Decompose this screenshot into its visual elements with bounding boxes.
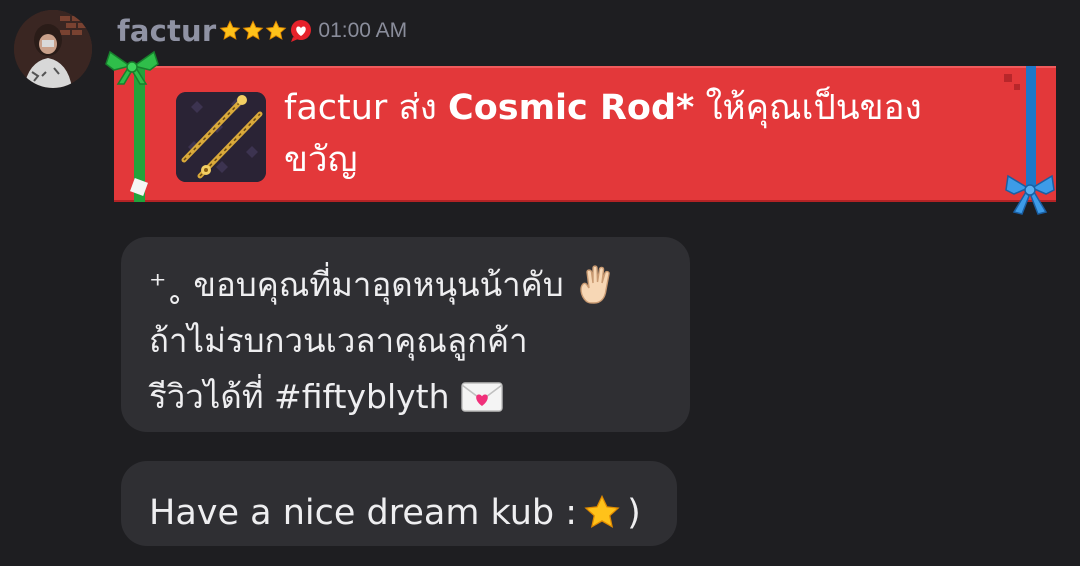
message-text: ) xyxy=(627,492,641,533)
star-emoji-icon xyxy=(584,494,620,528)
message-text: รีวิวได้ที่ #fiftyblyth xyxy=(149,377,450,416)
blue-bow-icon xyxy=(1005,174,1055,215)
green-bow-icon xyxy=(105,50,159,85)
pixel-decoration xyxy=(1004,74,1012,82)
message-line: ถ้าไม่รบกวนเวลาคุณลูกค้า xyxy=(149,313,662,369)
message-bubble[interactable]: Have a nice dream kub : ) xyxy=(121,461,677,546)
gift-item-name[interactable]: Cosmic Rod* xyxy=(448,88,694,128)
gift-verb: ส่ง xyxy=(387,88,449,128)
message-text: Have a nice dream kub : xyxy=(149,492,578,533)
message-text: ⁺˳ ขอบคุณที่มาอุดหนุนน้าคับ xyxy=(149,265,564,304)
chat-message: factur 01:00 AM factur ส่ง Cosmic Rod* ใ… xyxy=(0,0,1080,566)
badge-group xyxy=(219,19,313,43)
raised-hand-emoji-icon xyxy=(580,265,610,304)
message-line: รีวิวได้ที่ #fiftyblyth xyxy=(149,369,662,425)
star-badge-icon xyxy=(265,20,287,40)
pixel-decoration xyxy=(130,178,148,196)
message-text: ถ้าไม่รบกวนเวลาคุณลูกค้า xyxy=(149,321,528,360)
love-letter-emoji-icon xyxy=(460,382,503,412)
gift-card[interactable]: factur ส่ง Cosmic Rod* ให้คุณเป็นของขวัญ xyxy=(105,50,1056,215)
message-header: factur 01:00 AM xyxy=(117,12,407,50)
message-timestamp: 01:00 AM xyxy=(318,19,408,42)
gift-message: factur ส่ง Cosmic Rod* ให้คุณเป็นของขวัญ xyxy=(284,82,984,186)
user-avatar[interactable] xyxy=(14,10,92,88)
username[interactable]: factur xyxy=(117,14,216,48)
gift-sender[interactable]: factur xyxy=(284,88,387,128)
message-bubble[interactable]: ⁺˳ ขอบคุณที่มาอุดหนุนน้าคับ ถ้าไม่รบกวนเ… xyxy=(121,237,690,432)
cosmic-rod-icon xyxy=(176,92,266,182)
message-line: ⁺˳ ขอบคุณที่มาอุดหนุนน้าคับ xyxy=(149,257,662,313)
heart-badge-icon xyxy=(291,20,312,42)
pixel-decoration xyxy=(1014,84,1020,90)
star-badge-icon xyxy=(242,20,264,40)
star-badge-icon xyxy=(219,20,241,40)
